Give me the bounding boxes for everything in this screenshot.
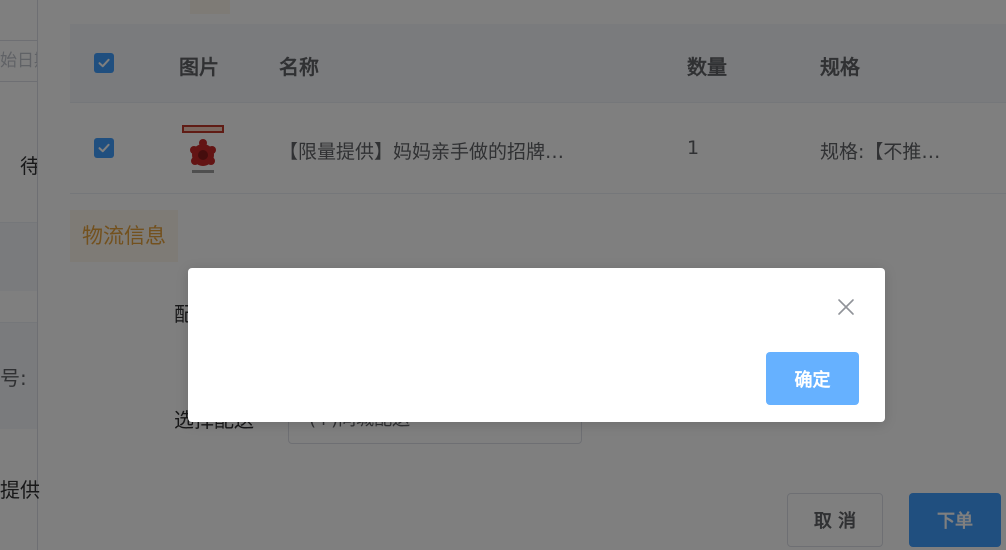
confirm-button[interactable]: 确定 <box>766 352 859 405</box>
confirm-dialog: 确定 <box>188 268 885 422</box>
close-button[interactable] <box>835 296 857 318</box>
close-icon <box>838 299 854 315</box>
